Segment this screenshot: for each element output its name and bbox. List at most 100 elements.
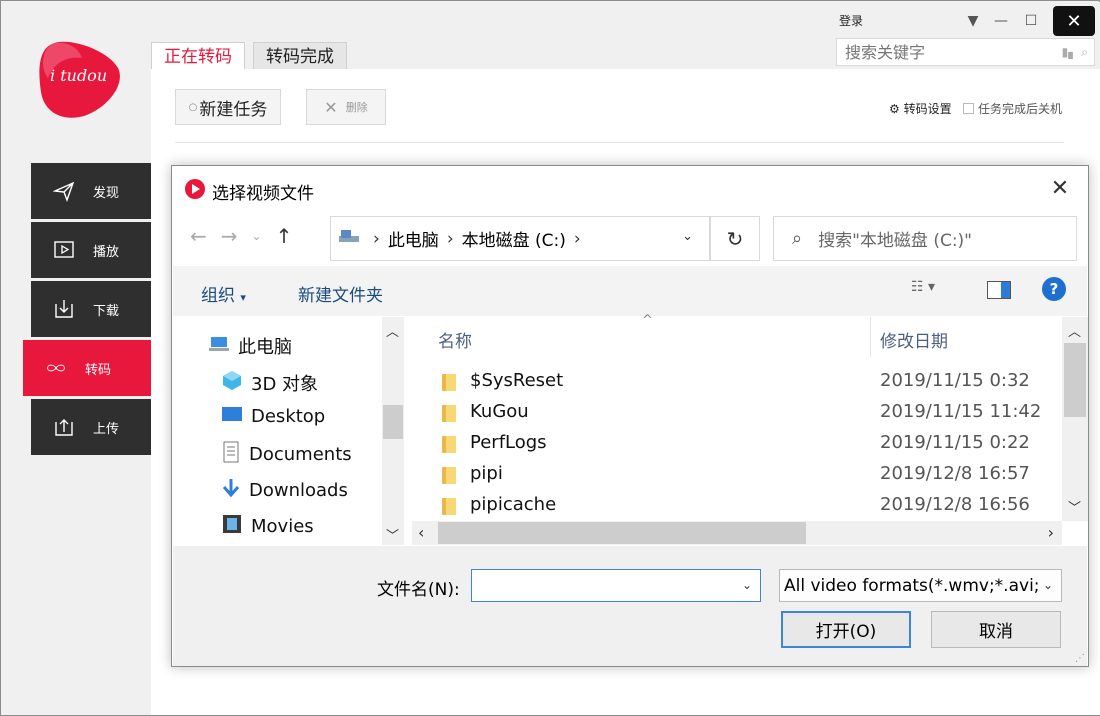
file-list-horizontal-scrollbar[interactable]: ‹ › [412, 521, 1062, 545]
shutdown-checkbox[interactable] [963, 103, 974, 114]
transcode-settings-link[interactable]: ⚙ 转码设置 [889, 100, 952, 117]
breadcrumb-this-pc[interactable]: 此电脑 [388, 226, 439, 251]
column-header-name[interactable]: 名称 [438, 327, 472, 352]
close-icon[interactable]: ✕ [1053, 6, 1095, 36]
scroll-down-icon[interactable]: ﹀ [386, 525, 399, 544]
scroll-thumb[interactable] [438, 522, 806, 544]
tree-label: Downloads [249, 480, 348, 501]
nav-item-discover[interactable]: 发现 [31, 163, 153, 219]
tree-item-documents[interactable]: Documents [221, 441, 352, 468]
film-icon [221, 513, 243, 540]
new-folder-button[interactable]: 新建文件夹 [298, 281, 383, 306]
resize-grip-icon[interactable]: ⋰ [1075, 653, 1085, 664]
file-list-vertical-scrollbar[interactable]: ︿ ﹀ [1062, 317, 1088, 521]
nav-label: 发现 [93, 185, 120, 201]
tree-item-this-pc[interactable]: 此电脑 [208, 333, 292, 359]
search-input[interactable] [845, 39, 1035, 65]
new-task-button[interactable]: ○ 新建任务 [175, 89, 281, 125]
drive-icon [337, 226, 361, 251]
dialog-title-bar: 选择视频文件 [184, 178, 314, 205]
tree-item-downloads[interactable]: Downloads [221, 477, 348, 504]
command-bar: 组织 ▾ 新建文件夹 ☷ ▾ ? [173, 266, 1087, 316]
tab-transcode-complete[interactable]: 转码完成 [253, 42, 347, 71]
nav-item-download[interactable]: 下载 [31, 281, 153, 337]
scroll-down-icon[interactable]: ﹀ [1068, 497, 1081, 516]
document-icon [221, 441, 241, 468]
shutdown-option[interactable]: 任务完成后关机 [963, 100, 1062, 117]
recent-dropdown-icon[interactable]: ⌄ [252, 229, 262, 243]
file-row[interactable]: PerfLogs 2019/11/15 0:22 [412, 429, 1062, 459]
open-button[interactable]: 打开(O) [781, 611, 911, 648]
tree-item-3d-objects[interactable]: 3D 对象 [221, 369, 318, 396]
file-name: KuGou [470, 401, 529, 422]
folder-icon [442, 405, 456, 422]
up-arrow-icon[interactable]: ↑ [276, 224, 293, 248]
dialog-title: 选择视频文件 [212, 184, 314, 204]
address-bar[interactable]: › 此电脑 › 本地磁盘 (C:) › ⌄ [330, 216, 710, 261]
settings-label: 转码设置 [903, 102, 952, 116]
tudou-small-icon [184, 178, 206, 205]
cube-icon [221, 369, 243, 396]
x-icon: ✕ [324, 97, 338, 117]
column-header-date[interactable]: 修改日期 [880, 327, 948, 352]
search-icon: ⌕ [792, 228, 803, 249]
chevron-down-icon: ⌄ [1042, 578, 1053, 592]
tree-scrollbar[interactable]: ︿ ﹀ [382, 317, 404, 545]
top-bar: 登录 ▼ — ☐ ✕ ▮▖ ⌕ 正在转码 转码完成 [151, 2, 1100, 71]
login-link[interactable]: 登录 [839, 12, 863, 29]
file-row[interactable]: $SysReset 2019/11/15 0:32 [412, 367, 1062, 397]
view-options-icon[interactable]: ☷ ▾ [911, 279, 935, 295]
nav-item-upload[interactable]: 上传 [31, 399, 153, 455]
back-arrow-icon[interactable]: ← [190, 224, 207, 248]
search-icon[interactable]: ▮▖ ⌕ [1062, 45, 1088, 60]
breadcrumb-local-disk[interactable]: 本地磁盘 (C:) [462, 226, 566, 251]
circle-icon: ○ [188, 101, 198, 113]
maximize-icon[interactable]: ☐ [1017, 8, 1045, 34]
nav-item-transcode[interactable]: 转码 [23, 340, 159, 396]
refresh-icon[interactable]: ↻ [710, 216, 760, 261]
address-dropdown-icon[interactable]: ⌄ [682, 229, 693, 244]
column-divider[interactable] [870, 317, 871, 357]
file-name: pipicache [470, 494, 557, 515]
sort-caret-icon: ^ [642, 313, 653, 328]
file-name: $SysReset [470, 370, 564, 391]
folder-icon [442, 436, 456, 453]
scroll-up-icon[interactable]: ︿ [386, 321, 399, 340]
chevron-down-icon[interactable]: ⌄ [742, 578, 752, 592]
nav-label: 转码 [85, 362, 112, 378]
file-row[interactable]: KuGou 2019/11/15 11:42 [412, 398, 1062, 428]
delete-button[interactable]: ✕ 删除 [306, 89, 386, 125]
select-video-dialog: 选择视频文件 ✕ ← → ⌄ ↑ › 此电脑 › 本地磁盘 (C:) › ⌄ ↻… [171, 165, 1089, 667]
minimize-icon[interactable]: — [987, 8, 1015, 34]
tree-label: Desktop [251, 406, 326, 427]
dialog-close-icon[interactable]: ✕ [1046, 174, 1074, 202]
file-row[interactable]: pipi 2019/12/8 16:57 [412, 460, 1062, 490]
tree-item-desktop[interactable]: Desktop [221, 405, 325, 428]
file-row[interactable]: pipicache 2019/12/8 16:56 [412, 491, 1062, 521]
filename-input[interactable] [476, 570, 726, 600]
file-name: PerfLogs [470, 432, 547, 453]
scroll-thumb[interactable] [1064, 343, 1086, 417]
search-box: ▮▖ ⌕ [836, 38, 1095, 66]
organize-menu[interactable]: 组织 ▾ [201, 281, 246, 306]
file-name: pipi [470, 463, 503, 484]
tree-item-movies[interactable]: Movies [221, 513, 314, 540]
tab-transcoding[interactable]: 正在转码 [151, 42, 245, 71]
nav-label: 下载 [93, 303, 120, 319]
cancel-button[interactable]: 取消 [931, 611, 1061, 648]
folder-icon [442, 374, 456, 391]
scroll-up-icon[interactable]: ︿ [1068, 321, 1081, 340]
help-icon[interactable]: ? [1042, 277, 1066, 301]
nav-item-play[interactable]: 播放 [31, 222, 153, 278]
preview-pane-icon[interactable] [987, 281, 1011, 299]
scroll-right-icon[interactable]: › [1048, 523, 1054, 542]
navigation-arrows: ← → ⌄ ↑ [190, 224, 292, 248]
forward-arrow-icon[interactable]: → [221, 224, 238, 248]
dialog-footer: 文件名(N): ⌄ All video formats(*.wmv;*.avi;… [173, 546, 1087, 666]
scroll-thumb[interactable] [383, 405, 403, 439]
file-type-select[interactable]: All video formats(*.wmv;*.avi; ⌄ [779, 569, 1062, 602]
left-panel: i tudou 发现 播放 下载 转码 上传 [2, 2, 159, 715]
scroll-left-icon[interactable]: ‹ [418, 523, 424, 542]
dropdown-menu-icon[interactable]: ▼ [959, 8, 987, 34]
dialog-search-box[interactable]: ⌕ 搜索"本地磁盘 (C:)" [773, 216, 1077, 261]
